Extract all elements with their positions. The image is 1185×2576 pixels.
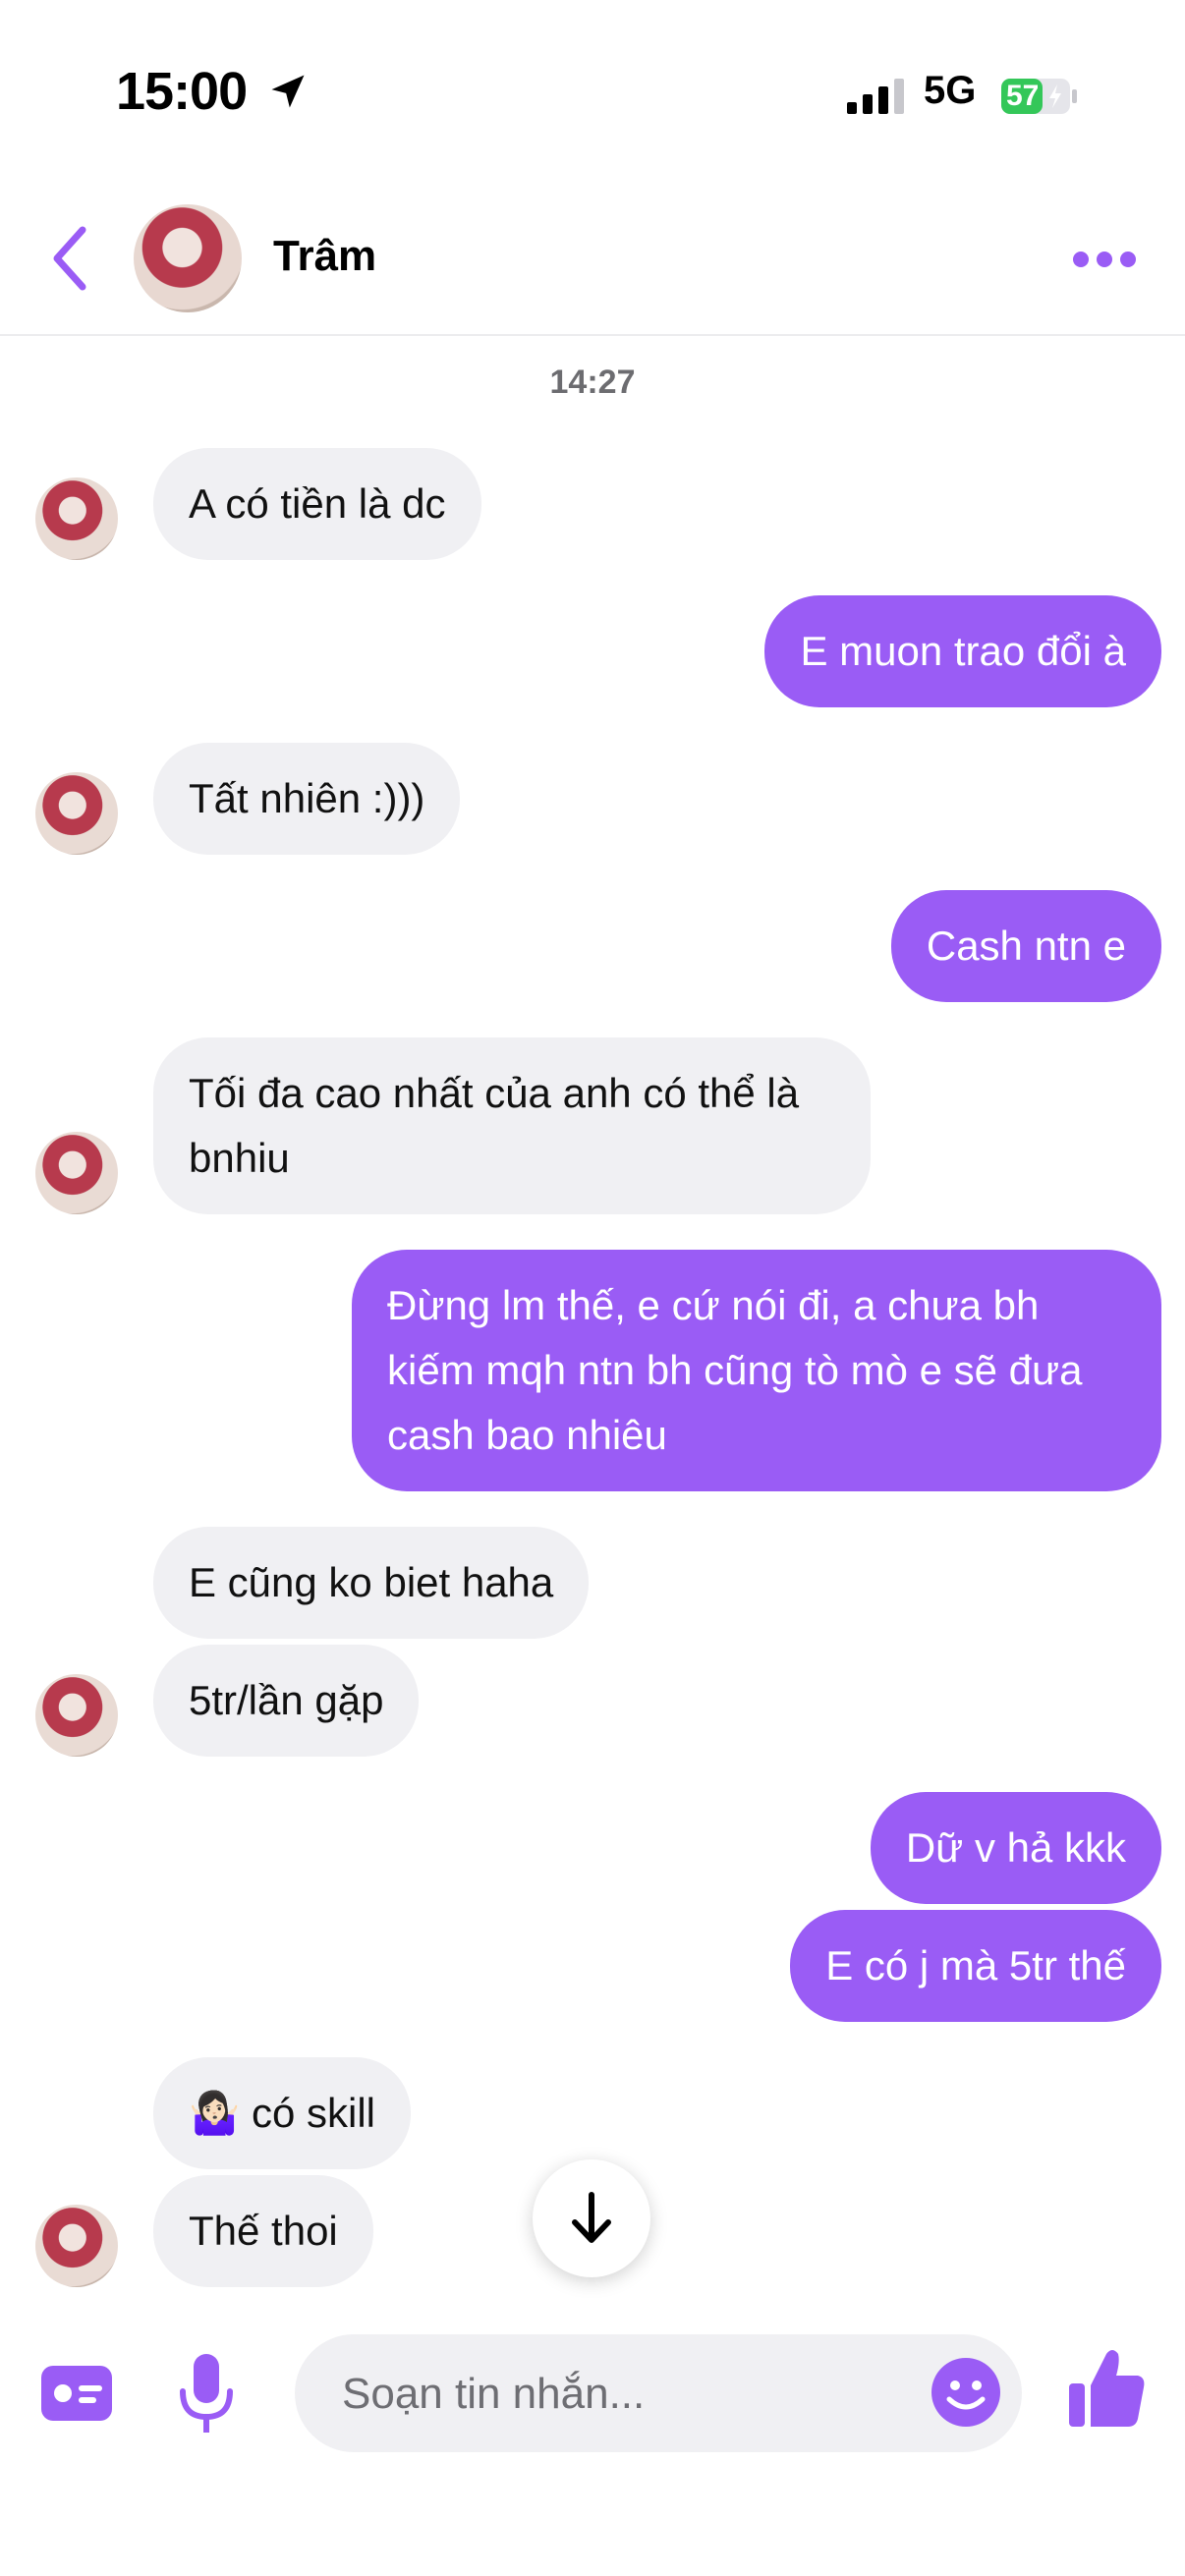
status-time: 15:00 — [116, 61, 310, 122]
message-incoming[interactable]: 5tr/lần gặp — [153, 1645, 420, 1757]
thumbs-up-icon[interactable] — [1067, 2346, 1148, 2431]
message-incoming[interactable]: 🤷🏻‍♀️ có skill — [153, 2057, 411, 2169]
message-incoming[interactable]: Tối đa cao nhất của anh có thể là bnhiu — [153, 1037, 871, 1214]
sender-avatar — [35, 2205, 118, 2287]
contact-avatar[interactable] — [134, 204, 242, 312]
scroll-to-bottom-button[interactable] — [533, 2159, 650, 2277]
message-incoming[interactable]: Tất nhiên :))) — [153, 743, 461, 855]
message-outgoing[interactable]: E có j mà 5tr thế — [790, 1910, 1161, 2022]
battery-level: 57 — [1006, 80, 1040, 112]
sender-avatar — [35, 1674, 118, 1757]
message-outgoing[interactable]: Cash ntn e — [890, 890, 1161, 1002]
more-dots-icon[interactable] — [1071, 250, 1138, 269]
smiley-icon[interactable] — [930, 2356, 1002, 2429]
message-outgoing[interactable]: Đừng lm thế, e cứ nói đi, a chưa bh kiếm… — [352, 1250, 1161, 1491]
contact-name[interactable]: Trâm — [273, 232, 376, 281]
sender-avatar — [35, 772, 118, 855]
message-input[interactable] — [340, 2362, 894, 2427]
message-incoming[interactable]: Thế thoi — [153, 2175, 373, 2287]
chat-timestamp: 14:27 — [549, 364, 636, 401]
cellular-signal-icon — [847, 79, 904, 114]
message-outgoing[interactable]: E muon trao đổi à — [764, 595, 1161, 707]
chevron-left-icon[interactable] — [47, 224, 94, 293]
header-divider — [0, 334, 1185, 336]
battery-indicator: 57 — [1000, 77, 1079, 116]
message-incoming[interactable]: A có tiền là dc — [153, 448, 481, 560]
sender-avatar — [35, 1132, 118, 1214]
status-time-text: 15:00 — [116, 62, 248, 121]
arrow-down-icon — [572, 2192, 611, 2243]
microphone-icon[interactable] — [175, 2352, 238, 2436]
message-incoming[interactable]: E cũng ko biet haha — [153, 1527, 590, 1639]
message-outgoing[interactable]: Dữ v hả kkk — [870, 1792, 1161, 1904]
message-composer[interactable] — [295, 2334, 1022, 2452]
location-arrow-icon — [271, 75, 305, 108]
contact-card-icon[interactable] — [39, 2362, 114, 2425]
network-type: 5G — [924, 69, 977, 112]
sender-avatar — [35, 477, 118, 560]
